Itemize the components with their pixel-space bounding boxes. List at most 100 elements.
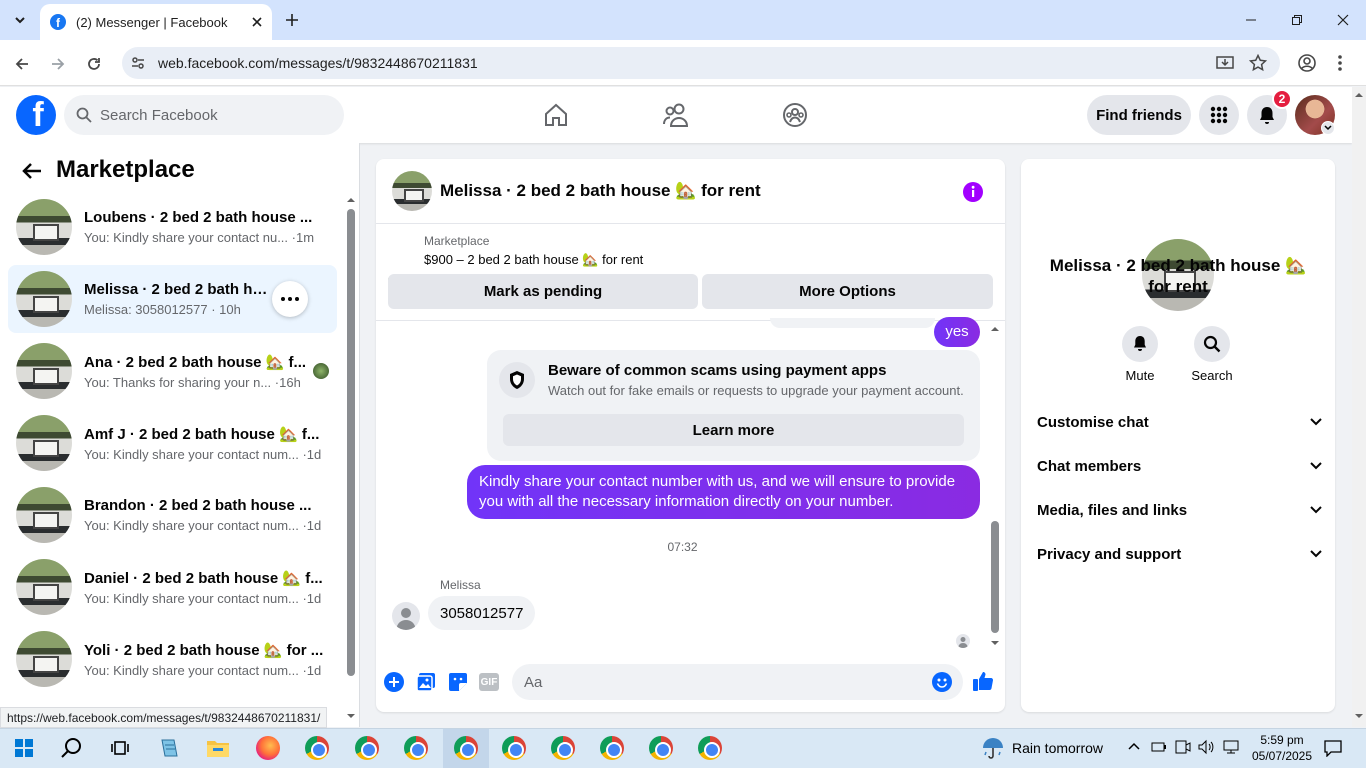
profile-icon[interactable] bbox=[1298, 54, 1316, 72]
conversation-item[interactable]: Loubens · 2 bed 2 bath house ... You: Kin… bbox=[8, 193, 337, 261]
more-options-button[interactable]: More Options bbox=[702, 274, 993, 309]
arrow-left-icon bbox=[15, 58, 28, 70]
weather-text[interactable]: Rain tomorrow bbox=[1012, 740, 1103, 756]
chat-members-section[interactable]: Chat members bbox=[1037, 454, 1322, 478]
plus-circle-icon[interactable] bbox=[384, 672, 404, 692]
rain-umbrella-icon[interactable] bbox=[981, 736, 1005, 760]
friends-icon[interactable] bbox=[662, 102, 690, 128]
mark-as-pending-button[interactable]: Mark as pending bbox=[388, 274, 698, 309]
outgoing-message[interactable]: yes bbox=[934, 317, 980, 347]
learn-more-button[interactable]: Learn more bbox=[503, 414, 964, 446]
conversation-item[interactable]: Yoli · 2 bed 2 bath house 🏡 for ... You: … bbox=[8, 625, 337, 693]
incoming-message[interactable]: 3058012577 bbox=[428, 596, 536, 630]
chrome-icon[interactable] bbox=[350, 732, 384, 764]
home-icon[interactable] bbox=[543, 102, 569, 128]
search-action[interactable]: Search bbox=[1182, 326, 1242, 383]
chrome-icon[interactable] bbox=[449, 732, 483, 764]
clock[interactable]: 5:59 pm 05/07/2025 bbox=[1250, 732, 1314, 764]
thumbs-up-icon[interactable] bbox=[972, 670, 994, 692]
conversation-item[interactable]: Brandon · 2 bed 2 bath house ... You: Kin… bbox=[8, 481, 337, 549]
back-button[interactable] bbox=[10, 52, 34, 76]
facebook-search-input[interactable]: Search Facebook bbox=[64, 95, 344, 135]
mute-action[interactable]: Mute bbox=[1110, 326, 1170, 383]
new-tab-button[interactable] bbox=[282, 10, 302, 30]
gallery-icon[interactable] bbox=[416, 672, 436, 692]
listing-thumbnail bbox=[16, 415, 72, 471]
section-label: Media, files and links bbox=[1037, 501, 1188, 519]
browser-tab[interactable]: f (2) Messenger | Facebook bbox=[40, 4, 272, 40]
chat-avatar[interactable] bbox=[392, 171, 432, 211]
chrome-icon[interactable] bbox=[546, 732, 580, 764]
chrome-icon[interactable] bbox=[399, 732, 433, 764]
notification-center-icon[interactable] bbox=[1324, 739, 1342, 757]
privacy-support-section[interactable]: Privacy and support bbox=[1037, 542, 1322, 566]
plus-icon bbox=[286, 14, 298, 26]
browser-menu-icon[interactable] bbox=[1337, 54, 1343, 72]
chat-scrollbar[interactable] bbox=[989, 323, 1001, 650]
composer-placeholder: Aa bbox=[524, 673, 543, 691]
sender-avatar[interactable] bbox=[392, 602, 420, 630]
sidebar-scrollbar[interactable] bbox=[345, 195, 357, 722]
chat-title[interactable]: Melissa · 2 bed 2 bath house 🏡 for rent bbox=[440, 181, 761, 201]
listing-thumbnail bbox=[16, 271, 72, 327]
firefox-icon[interactable] bbox=[251, 732, 285, 764]
bell-icon bbox=[1260, 107, 1274, 124]
groups-icon[interactable] bbox=[782, 102, 808, 128]
clock-time: 5:59 pm bbox=[1260, 733, 1304, 747]
install-app-icon[interactable] bbox=[1216, 54, 1234, 72]
emoji-icon[interactable] bbox=[932, 672, 952, 692]
listing-thumbnail bbox=[16, 199, 72, 255]
conversation-item[interactable]: Ana · 2 bed 2 bath house 🏡 f... You: Than… bbox=[8, 337, 337, 405]
meet-now-icon[interactable] bbox=[1174, 739, 1192, 755]
details-title: Melissa · 2 bed 2 bath house 🏡 for rent bbox=[1049, 256, 1307, 296]
network-icon[interactable] bbox=[1222, 739, 1240, 755]
message-input[interactable]: Aa bbox=[512, 664, 963, 700]
listing-title[interactable]: $900 – 2 bed 2 bath house 🏡 for rent bbox=[424, 252, 643, 268]
conversation-preview: You: Kindly share your contact num... ·1… bbox=[84, 590, 322, 606]
chrome-icon[interactable] bbox=[644, 732, 678, 764]
conversation-preview: You: Kindly share your contact num... ·1… bbox=[84, 662, 322, 678]
chrome-icon[interactable] bbox=[693, 732, 727, 764]
app-icon[interactable] bbox=[152, 732, 186, 764]
search-icon[interactable] bbox=[55, 732, 89, 764]
close-icon[interactable] bbox=[252, 17, 262, 27]
chevron-up-icon[interactable] bbox=[1128, 742, 1140, 750]
customise-chat-section[interactable]: Customise chat bbox=[1037, 410, 1322, 434]
address-bar[interactable]: web.facebook.com/messages/t/983244867021… bbox=[122, 47, 1280, 79]
facebook-logo-icon[interactable]: f bbox=[16, 95, 56, 135]
chrome-icon[interactable] bbox=[300, 732, 334, 764]
file-explorer-icon[interactable] bbox=[201, 732, 235, 764]
gif-icon[interactable]: GIF bbox=[479, 673, 499, 691]
battery-icon[interactable] bbox=[1151, 741, 1167, 753]
conversation-item[interactable]: Daniel · 2 bed 2 bath house 🏡 f... You: K… bbox=[8, 553, 337, 621]
chrome-icon[interactable] bbox=[595, 732, 629, 764]
search-placeholder: Search Facebook bbox=[100, 106, 218, 124]
find-friends-button[interactable]: Find friends bbox=[1087, 95, 1191, 135]
chevron-down-icon[interactable] bbox=[1321, 121, 1335, 135]
restore-button[interactable] bbox=[1274, 0, 1320, 40]
forward-button[interactable] bbox=[46, 52, 70, 76]
menu-grid-button[interactable] bbox=[1199, 95, 1239, 135]
media-files-links-section[interactable]: Media, files and links bbox=[1037, 498, 1322, 522]
tab-list-button[interactable] bbox=[8, 8, 32, 32]
chrome-icon[interactable] bbox=[497, 732, 531, 764]
minimize-icon bbox=[1246, 19, 1256, 21]
seen-avatar bbox=[956, 634, 970, 648]
conversation-item[interactable]: Amf J · 2 bed 2 bath house 🏡 f... You: Ki… bbox=[8, 409, 337, 477]
reload-button[interactable] bbox=[82, 52, 106, 76]
conversation-options-button[interactable] bbox=[272, 281, 308, 317]
task-view-icon[interactable] bbox=[103, 732, 137, 764]
minimize-button[interactable] bbox=[1228, 0, 1274, 40]
chevron-down-icon bbox=[1310, 418, 1322, 426]
bookmark-star-icon[interactable] bbox=[1249, 54, 1267, 72]
sticker-icon[interactable] bbox=[448, 672, 468, 692]
speaker-icon[interactable] bbox=[1197, 739, 1215, 755]
site-info-icon[interactable] bbox=[130, 55, 146, 71]
outgoing-message[interactable]: Kindly share your contact number with us… bbox=[467, 465, 980, 519]
page-scrollbar[interactable] bbox=[1352, 87, 1366, 727]
conversation-name: Yoli · 2 bed 2 bath house 🏡 for ... bbox=[84, 641, 324, 659]
close-window-button[interactable] bbox=[1320, 0, 1366, 40]
info-icon[interactable] bbox=[962, 181, 984, 203]
back-arrow-icon[interactable] bbox=[21, 160, 43, 182]
windows-start-icon[interactable] bbox=[7, 732, 41, 764]
